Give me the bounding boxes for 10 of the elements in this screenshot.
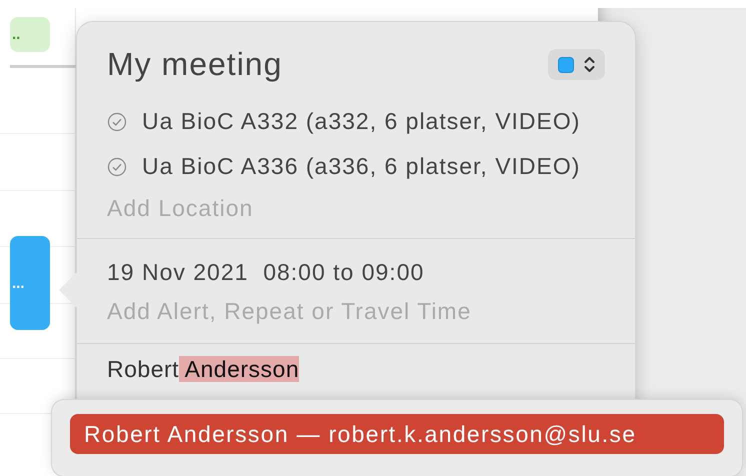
location-name: Ua BioC A332 (a332, 6 platser, VIDEO) [142,108,580,135]
event-title[interactable]: My meeting [107,46,282,83]
location-name: Ua BioC A336 (a336, 6 platser, VIDEO) [142,153,580,180]
up-down-chevron-icon [584,56,595,73]
calendar-picker[interactable] [548,49,605,80]
calendar-event[interactable]: ... [10,236,50,330]
event-date-time[interactable]: 19 Nov 2021 08:00 to 09:00 [107,239,424,298]
calendar-event[interactable]: .. [10,17,50,52]
contact-suggestion[interactable]: Robert Andersson — robert.k.andersson@slu.se [70,414,724,454]
invitee-field[interactable]: Robert Andersson [107,344,300,383]
